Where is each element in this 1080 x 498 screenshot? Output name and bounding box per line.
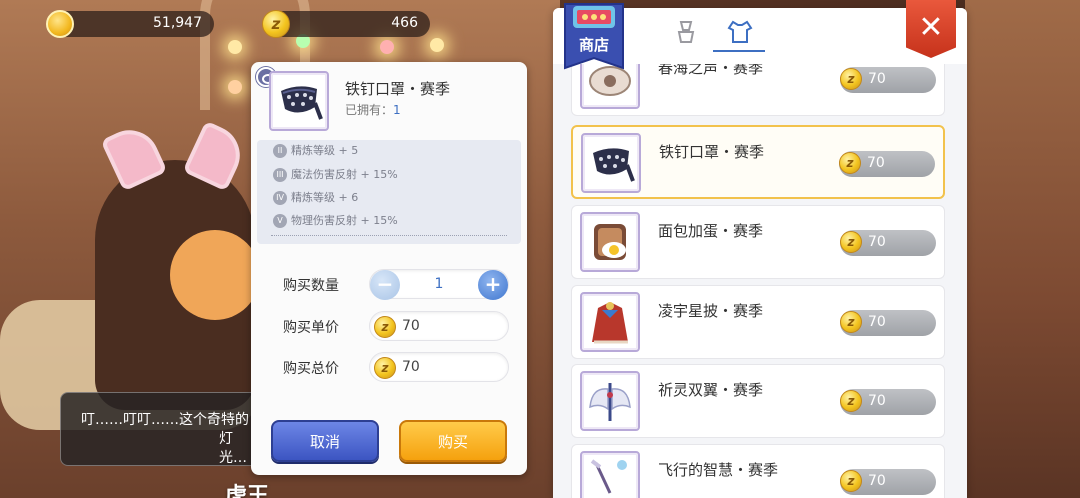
popup-item-thumbnail bbox=[269, 71, 329, 131]
attribute-tier-badge: II bbox=[273, 144, 287, 158]
attribute-tier-badge: IV bbox=[273, 191, 287, 205]
attribute-list[interactable]: II 精炼等级 + 5 III 魔法伤害反射 + 15% IV 精炼等级 + 6 V物… bbox=[257, 140, 521, 244]
divider bbox=[271, 235, 507, 236]
popup-item-name: 铁钉口罩・赛季 bbox=[345, 80, 451, 98]
unit-price-label: 购买单价 bbox=[283, 320, 339, 336]
shop-list-item-selected[interactable]: 铁钉口罩・赛季 z 70 bbox=[571, 125, 945, 199]
attribute-tier-badge: V bbox=[273, 214, 287, 228]
quantity-stepper: − 1 + bbox=[369, 269, 509, 300]
zeny-coin-icon: z bbox=[839, 152, 861, 174]
item-price-value: 70 bbox=[868, 473, 886, 489]
attribute-text: 魔法伤害反射 + 15% bbox=[291, 168, 398, 181]
headwear-tab-icon[interactable] bbox=[673, 18, 699, 46]
zeny-coin-icon: z bbox=[840, 390, 862, 412]
scene-light bbox=[228, 40, 242, 54]
attribute-row: III 魔法伤害反射 + 15% bbox=[273, 166, 398, 182]
item-price-value: 70 bbox=[868, 393, 886, 409]
zeny-coin-icon: z bbox=[840, 231, 862, 253]
pet-cat bbox=[170, 230, 260, 320]
mask-icon bbox=[593, 148, 635, 182]
dialog-text-line1: 叮……叮叮……这个奇特的 bbox=[81, 412, 249, 428]
item-price: z 70 bbox=[840, 469, 936, 495]
shop-badge: 商店 bbox=[561, 2, 627, 74]
owned-count: 1 bbox=[393, 103, 401, 117]
unit-price-value: 70 bbox=[402, 318, 420, 334]
zeny-coin-icon: z bbox=[374, 316, 396, 338]
cape-icon bbox=[592, 302, 628, 344]
costume-tab-icon[interactable] bbox=[727, 18, 753, 46]
item-price-value: 70 bbox=[867, 155, 885, 171]
npc-dialog[interactable]: 叮……叮叮……这个奇特的 灯光… bbox=[60, 392, 280, 466]
item-price: z 70 bbox=[839, 151, 935, 177]
zeny-coin-icon: z bbox=[262, 10, 290, 38]
zeny-coin-icon: z bbox=[840, 311, 862, 333]
mask-icon bbox=[281, 86, 323, 120]
item-name: 祈灵双翼・赛季 bbox=[658, 381, 764, 399]
item-price-value: 70 bbox=[868, 234, 886, 250]
item-name: 面包加蛋・赛季 bbox=[658, 222, 764, 240]
zeny-coin-icon: z bbox=[840, 470, 862, 492]
item-name: 春海之声・赛季 bbox=[658, 64, 764, 77]
gold-amount: 51,947 bbox=[153, 15, 202, 31]
zeny-coin-icon: z bbox=[374, 357, 396, 379]
wand-icon bbox=[590, 459, 627, 494]
bread-egg-icon bbox=[594, 224, 626, 260]
item-price: z 70 bbox=[840, 389, 936, 415]
quantity-label: 购买数量 bbox=[283, 278, 339, 294]
attribute-tier-badge: III bbox=[273, 168, 287, 182]
shop-badge-label: 商店 bbox=[578, 36, 609, 54]
item-price-value: 70 bbox=[868, 314, 886, 330]
attribute-text: 精炼等级 + 6 bbox=[291, 191, 359, 204]
attribute-text: 物理伤害反射 + 15% bbox=[291, 214, 398, 227]
purchase-popup: 铁钉口罩・赛季 已拥有：1 II 精炼等级 + 5 III 魔法伤害反射 + 15%… bbox=[251, 62, 527, 475]
attribute-row: V 物理伤害反射 + 15% bbox=[273, 212, 398, 228]
wings-icon bbox=[589, 383, 631, 421]
attribute-row: IV 精炼等级 + 6 bbox=[273, 189, 358, 205]
speaker-name: 虎王 bbox=[225, 484, 270, 498]
character-ears bbox=[100, 128, 250, 188]
scene-right-bg bbox=[965, 0, 1080, 498]
item-price: z 70 bbox=[840, 230, 936, 256]
item-thumbnail bbox=[580, 371, 640, 431]
owned-label: 已拥有： bbox=[345, 103, 394, 117]
zeny-currency-bar[interactable]: 466 bbox=[270, 11, 430, 37]
scene-light bbox=[228, 80, 242, 94]
dialog-text-line2: 灯光… bbox=[219, 430, 247, 466]
unit-price-field: z 70 bbox=[369, 311, 509, 341]
cancel-button[interactable]: 取消 bbox=[271, 420, 379, 462]
item-name: 飞行的智慧・赛季 bbox=[658, 461, 779, 479]
item-thumbnail bbox=[580, 292, 640, 352]
item-thumbnail bbox=[581, 133, 641, 193]
close-icon[interactable]: ✕ bbox=[906, 0, 956, 58]
shop-list-item[interactable]: 飞行的智慧・赛季 z 70 bbox=[571, 444, 945, 498]
shop-list-item[interactable]: 春海之声・赛季 z 70 bbox=[571, 64, 945, 116]
attribute-row: II 精炼等级 + 5 bbox=[273, 142, 358, 158]
total-price-label: 购买总价 bbox=[283, 361, 339, 377]
total-price-field: z 70 bbox=[369, 352, 509, 382]
gold-currency-bar[interactable]: 51,947 bbox=[54, 11, 214, 37]
shop-item-list[interactable]: 春海之声・赛季 z 70 铁钉口罩・赛季 z 70 面包加蛋・赛季 z 70 凌… bbox=[571, 64, 947, 498]
gold-coin-icon bbox=[40, 10, 74, 40]
active-tab-indicator bbox=[713, 50, 765, 52]
total-price-value: 70 bbox=[402, 359, 420, 375]
item-price: z 70 bbox=[840, 310, 936, 336]
shop-panel: 春海之声・赛季 z 70 铁钉口罩・赛季 z 70 面包加蛋・赛季 z 70 凌… bbox=[553, 8, 967, 498]
scene-light bbox=[380, 40, 394, 54]
item-thumbnail bbox=[580, 212, 640, 272]
zeny-coin-icon: z bbox=[840, 68, 862, 90]
zeny-amount: 466 bbox=[391, 15, 418, 31]
increase-button[interactable]: + bbox=[478, 270, 508, 300]
owned-count-text: 已拥有：1 bbox=[345, 101, 401, 118]
item-name: 铁钉口罩・赛季 bbox=[659, 143, 765, 161]
item-thumbnail bbox=[580, 451, 640, 498]
shop-list-item[interactable]: 面包加蛋・赛季 z 70 bbox=[571, 205, 945, 279]
item-name: 凌宇星披・赛季 bbox=[658, 302, 764, 320]
attribute-text: 精炼等级 + 5 bbox=[291, 144, 359, 157]
shop-list-item[interactable]: 凌宇星披・赛季 z 70 bbox=[571, 285, 945, 359]
item-price-value: 70 bbox=[868, 71, 886, 87]
item-price: z 70 bbox=[840, 67, 936, 93]
shop-list-item[interactable]: 祈灵双翼・赛季 z 70 bbox=[571, 364, 945, 438]
scene-light bbox=[430, 38, 444, 52]
buy-button[interactable]: 购买 bbox=[399, 420, 507, 462]
